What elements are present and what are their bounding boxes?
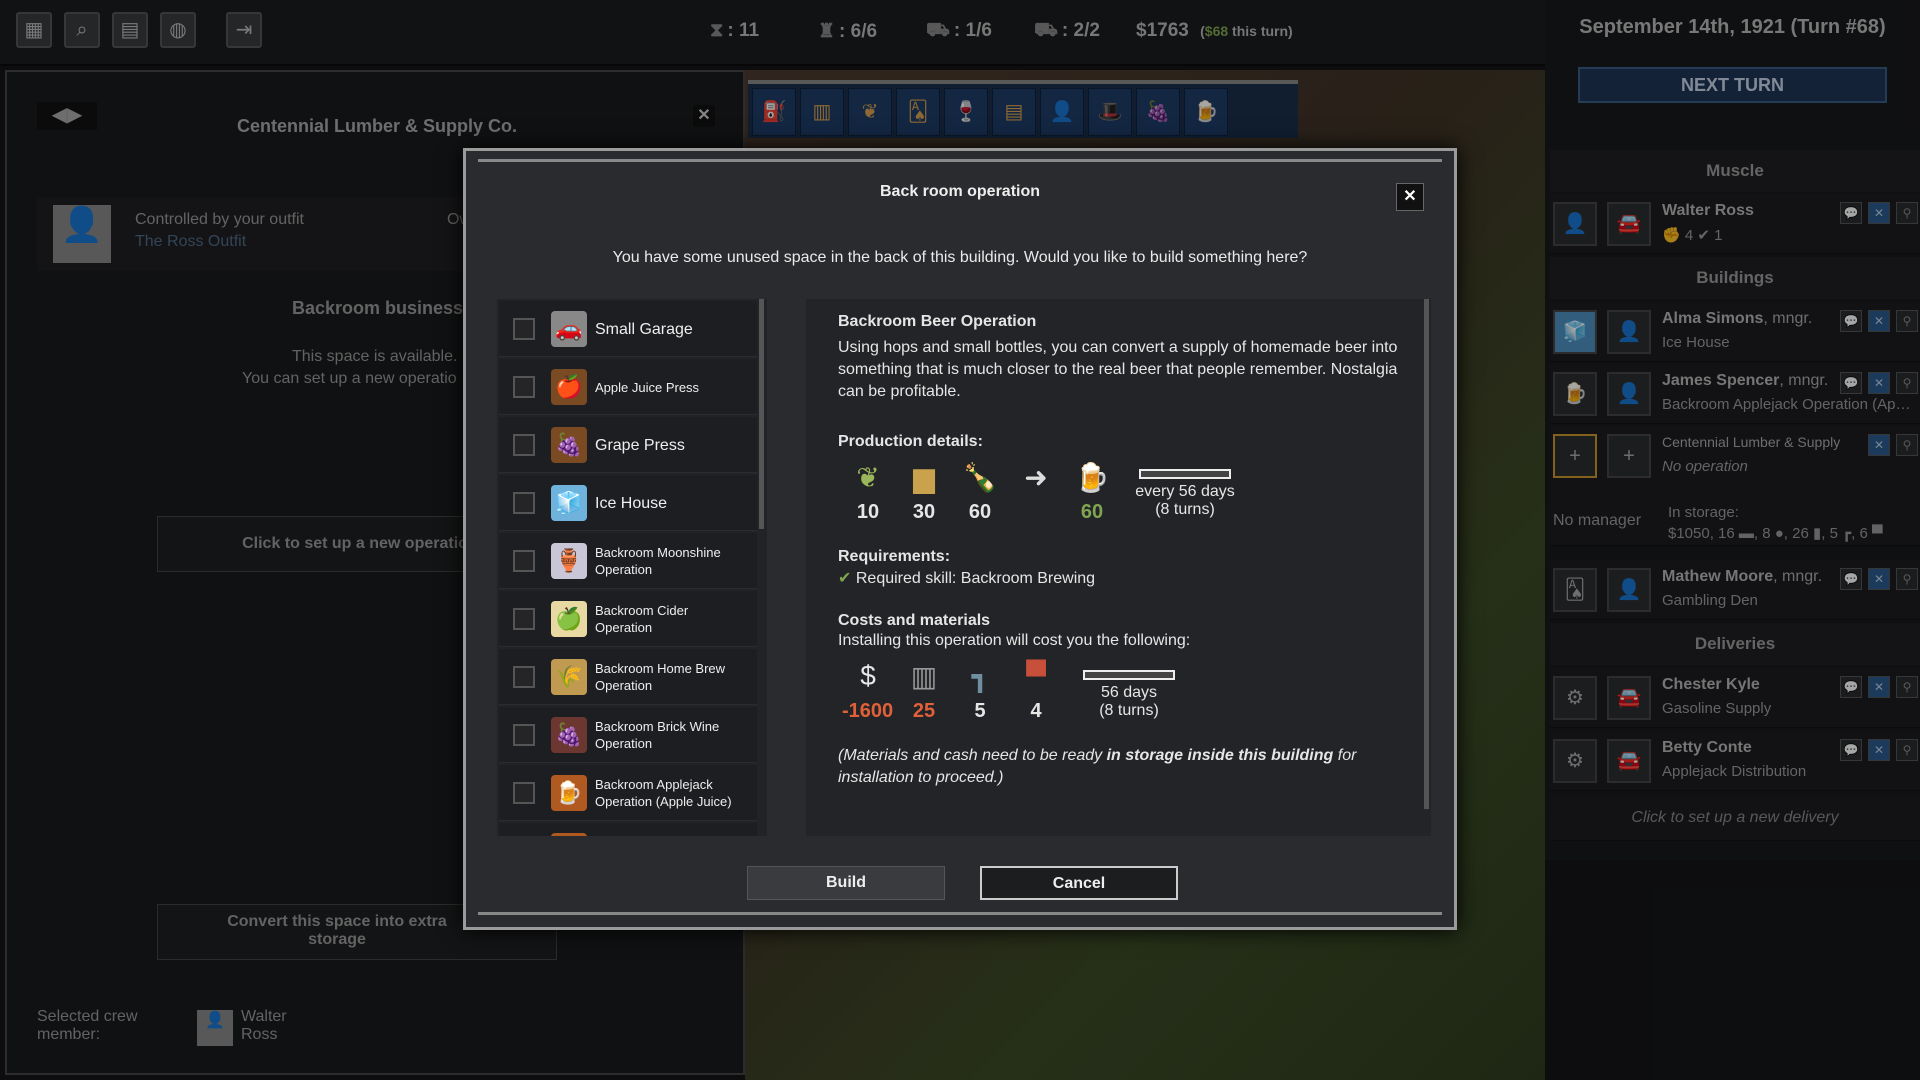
operation-item[interactable]: 🍏 Backroom Cider Operation xyxy=(499,591,757,647)
barrel-icon: ▥ 25 xyxy=(910,661,938,722)
operation-icon: 🍏 xyxy=(551,601,587,637)
build-progress-bar xyxy=(1083,670,1175,680)
dialog-title: Back room operation xyxy=(879,183,1041,200)
check-icon: ✔ xyxy=(838,570,852,587)
operation-item[interactable]: 🍇 Grape Press xyxy=(499,417,757,473)
operation-item[interactable]: 🧊 Ice House xyxy=(499,475,757,531)
production-recipe: ❦ 10 ▆ 30 🍾 60 ➜ 🍺 60 every 56 days (8 turns) xyxy=(850,461,1399,524)
operation-label: Ice House xyxy=(595,494,668,512)
close-dialog-button[interactable]: ✕ xyxy=(1396,183,1424,211)
production-title: Production details: xyxy=(838,433,983,450)
operation-label: Backroom Brick Wine Operation xyxy=(595,719,720,751)
detail-title: Backroom Beer Operation xyxy=(838,313,1037,330)
operation-checkbox[interactable] xyxy=(513,550,535,572)
operation-item[interactable]: 🚗 Small Garage xyxy=(499,301,757,357)
requirement-skill: ✔ Required skill: Backroom Brewing xyxy=(838,570,1096,587)
operation-checkbox[interactable] xyxy=(513,608,535,630)
hops-icon: ❦ 10 xyxy=(856,462,880,523)
operation-item[interactable]: 🌾 Backroom Home Brew Operation xyxy=(499,649,757,705)
operation-icon: 🏺 xyxy=(551,543,587,579)
operation-label: Apple Juice Press xyxy=(595,379,700,395)
back-room-dialog: Back room operation ✕ You have some unus… xyxy=(463,148,1457,930)
build-time: 56 days (8 turns) xyxy=(1074,670,1184,720)
production-cycle: every 56 days (8 turns) xyxy=(1130,469,1240,519)
operation-icon: 🍺 xyxy=(551,833,587,836)
beer-bottle-icon: 🍺 60 xyxy=(1074,462,1110,523)
dollar-icon: $ -1600 xyxy=(842,660,894,722)
operation-label: Grape Press xyxy=(595,436,685,454)
operation-checkbox[interactable] xyxy=(513,434,535,456)
operation-icon: 🍇 xyxy=(551,427,587,463)
operation-icon: 🍺 xyxy=(551,775,587,811)
pipe-icon: ┓ 5 xyxy=(971,661,989,722)
operation-checkbox[interactable] xyxy=(513,666,535,688)
operation-item[interactable]: 🍎 Apple Juice Press xyxy=(499,359,757,415)
detail-scrollbar[interactable] xyxy=(1424,299,1429,809)
build-button[interactable]: Build xyxy=(747,866,945,900)
operation-checkbox[interactable] xyxy=(513,782,535,804)
operation-item[interactable]: 🍺 Backroom Applejack xyxy=(499,823,757,836)
operation-item[interactable]: 🍺 Backroom Applejack Operation (Apple Jui… xyxy=(499,765,757,821)
arrow-right-icon: ➜ xyxy=(1024,462,1048,493)
operation-checkbox[interactable] xyxy=(513,724,535,746)
operation-item[interactable]: 🍇 Backroom Brick Wine Operation xyxy=(499,707,757,763)
operation-icon: 🚗 xyxy=(551,311,587,347)
operation-item[interactable]: 🏺 Backroom Moonshine Operation xyxy=(499,533,757,589)
operation-icon: 🧊 xyxy=(551,485,587,521)
materials-note: (Materials and cash need to be ready in … xyxy=(838,747,1357,786)
operation-icon: 🍇 xyxy=(551,717,587,753)
cancel-button[interactable]: Cancel xyxy=(980,866,1178,900)
operation-label: Backroom Home Brew Operation xyxy=(595,661,726,693)
operation-label: Backroom Moonshine Operation xyxy=(595,545,721,577)
operation-label: Backroom Applejack xyxy=(595,823,745,836)
operation-label: Backroom Cider Operation xyxy=(595,603,689,635)
homebrew-jar-icon: ▆ 30 xyxy=(912,462,936,523)
operation-label: Backroom Applejack Operation (Apple Juic… xyxy=(595,777,732,809)
cycle-progress-bar xyxy=(1139,469,1231,479)
operation-checkbox[interactable] xyxy=(513,376,535,398)
operation-checkbox[interactable] xyxy=(513,318,535,340)
operation-icon: 🌾 xyxy=(551,659,587,695)
operation-label: Small Garage xyxy=(595,320,693,338)
detail-description: Using hops and small bottles, you can co… xyxy=(838,339,1398,400)
bottle-icon: 🍾 60 xyxy=(962,462,998,523)
operation-icon: 🍎 xyxy=(551,369,587,405)
bricks-icon: ▀ 4 xyxy=(1026,660,1046,722)
operation-list: 🚗 Small Garage 🍎 Apple Juice Press 🍇 Grape Pr… xyxy=(497,299,767,836)
list-scrollbar[interactable] xyxy=(759,299,764,529)
operation-detail: Backroom Beer Operation Using hops and s… xyxy=(806,299,1431,836)
cost-list: $ -1600 ▥ 25 ┓ 5 ▀ 4 56 days (8 turns) xyxy=(842,660,1399,723)
operation-checkbox[interactable] xyxy=(513,492,535,514)
dialog-intro: You have some unused space in the back o… xyxy=(612,249,1308,266)
